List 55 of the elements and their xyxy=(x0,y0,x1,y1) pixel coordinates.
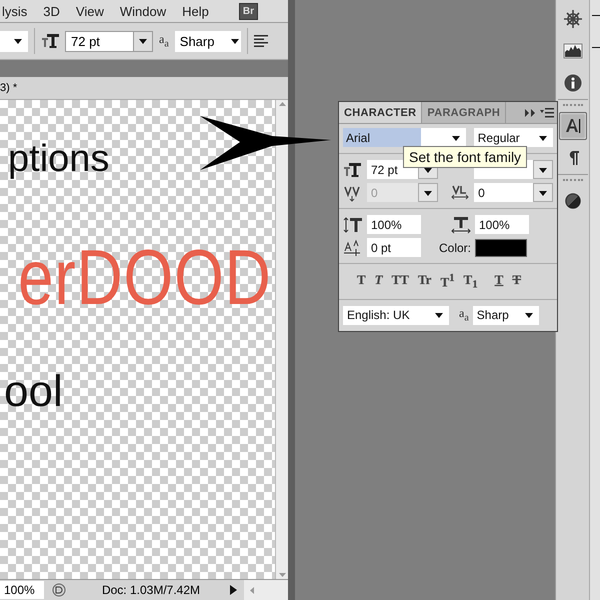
baseline-shift-icon xyxy=(343,238,363,256)
document-tab[interactable]: 3) * xyxy=(0,82,24,94)
font-style-dropdown[interactable] xyxy=(0,30,28,52)
canvas-text: erDOOD xyxy=(18,238,272,316)
text-style-button[interactable]: T$^{1}$ xyxy=(440,272,455,291)
canvas-text: ool xyxy=(4,370,63,414)
tracking-icon xyxy=(450,184,470,202)
panel-grip[interactable] xyxy=(562,104,582,108)
panel-grip[interactable] xyxy=(562,179,582,183)
text-style-button[interactable]: TT xyxy=(392,272,409,291)
character-panel-button[interactable] xyxy=(558,112,586,140)
menu-item[interactable]: Window xyxy=(120,4,166,18)
text-style-button[interactable]: T$_{1}$ xyxy=(464,272,478,291)
antialias-dropdown[interactable]: Sharp xyxy=(472,306,539,325)
font-style-dropdown[interactable]: Regular xyxy=(474,128,553,147)
menu-item[interactable]: 3D xyxy=(43,4,60,18)
text-style-button[interactable]: T xyxy=(374,272,383,291)
vertical-scale-icon xyxy=(343,216,363,234)
panel-menu-icon[interactable] xyxy=(540,108,554,118)
text-style-button[interactable]: T xyxy=(357,272,366,291)
text-style-button[interactable]: T xyxy=(494,272,504,291)
text-style-button[interactable]: T xyxy=(512,272,521,291)
font-size-icon xyxy=(343,160,363,178)
kerning-field: 0 xyxy=(367,183,438,202)
masks-icon xyxy=(562,191,582,211)
font-size-icon xyxy=(41,32,59,50)
text-style-button[interactable]: Tr xyxy=(418,272,432,291)
menu-item[interactable]: View xyxy=(76,4,104,18)
horizontal-scale-icon xyxy=(451,216,471,234)
expand-arrow-icon[interactable] xyxy=(228,584,238,596)
tracking-field[interactable]: 0 xyxy=(474,183,553,202)
menu-item[interactable]: Help xyxy=(182,4,209,18)
collapse-icon[interactable] xyxy=(525,108,536,116)
antialias-dropdown[interactable]: Sharp xyxy=(174,30,241,52)
language-dropdown[interactable]: English: UK xyxy=(343,306,449,325)
panel-tab[interactable]: CHARACTER xyxy=(339,102,422,123)
antialias-icon: a$_{a}$ xyxy=(459,306,469,324)
tooltip: Set the font family xyxy=(403,146,528,168)
color-swatch[interactable] xyxy=(475,238,528,256)
baseline-shift-field[interactable]: 0 pt xyxy=(367,238,421,257)
align-left-icon[interactable] xyxy=(254,35,268,47)
document-info: Doc: 1.03M/7.42M xyxy=(100,583,202,597)
navigator-icon xyxy=(562,9,582,29)
info-icon xyxy=(562,73,582,93)
color-label: Color: xyxy=(439,240,472,254)
canvas-text: ptions xyxy=(8,140,110,178)
horizontal-scale-field[interactable]: 100% xyxy=(475,215,529,234)
font-family-field[interactable]: Arial xyxy=(343,128,466,147)
font-size-field[interactable]: 72 pt xyxy=(65,30,153,52)
antialias-icon: a$_{a}$ xyxy=(159,32,169,50)
zoom-field[interactable]: 100% xyxy=(0,581,44,599)
menu-item[interactable]: lysis xyxy=(2,4,28,18)
vertical-scale-field[interactable]: 100% xyxy=(367,215,421,234)
bridge-button[interactable]: Br xyxy=(238,2,258,20)
histogram-icon xyxy=(562,41,582,61)
